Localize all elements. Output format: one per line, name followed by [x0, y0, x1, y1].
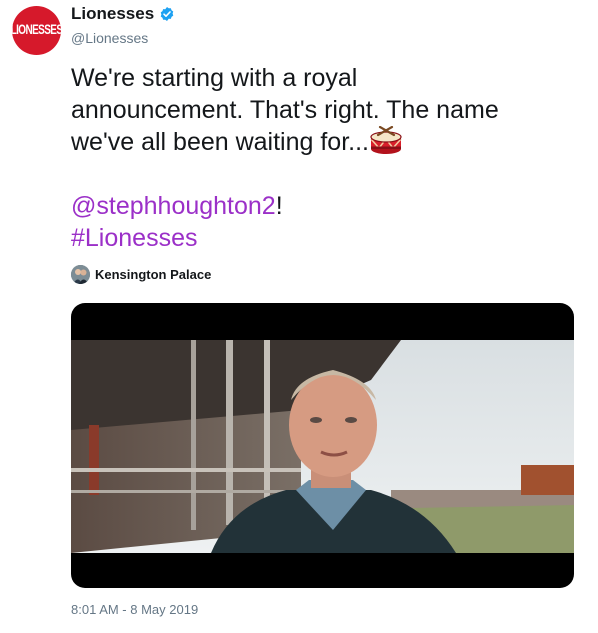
tweet-text-line: we've all been waiting for...	[71, 126, 571, 158]
tweet-text: We're starting with a royal announcement…	[71, 62, 571, 254]
hashtag-line: #Lionesses	[71, 222, 571, 254]
display-name[interactable]: Lionesses	[71, 4, 154, 24]
mention-line: @stephhoughton2!	[71, 190, 571, 222]
tweet-text-line: We're starting with a royal	[71, 64, 358, 92]
account-handle[interactable]: @Lionesses	[71, 30, 148, 46]
verified-badge-icon	[160, 7, 174, 21]
via-account-row[interactable]: Kensington Palace	[71, 265, 211, 284]
drum-emoji-icon	[370, 126, 402, 154]
video-thumbnail-image	[71, 340, 574, 553]
avatar-logo-text: LIONESSES	[12, 23, 61, 38]
mention-link[interactable]: @stephhoughton2	[71, 192, 276, 220]
video-player[interactable]	[71, 303, 574, 588]
mention-suffix: !	[275, 192, 283, 220]
account-avatar[interactable]: LIONESSES	[12, 6, 61, 55]
name-row: Lionesses	[71, 4, 175, 24]
via-account-avatar	[71, 265, 90, 284]
tweet-text-line-content: we've all been waiting for...	[71, 128, 369, 156]
via-account-name: Kensington Palace	[95, 267, 212, 282]
tweet-text-line: announcement. That's right. The name	[71, 96, 499, 124]
couple-photo-icon	[71, 265, 90, 284]
hashtag-link[interactable]: #Lionesses	[71, 224, 197, 252]
tweet-timestamp[interactable]: 8:01 AM - 8 May 2019	[71, 602, 198, 617]
